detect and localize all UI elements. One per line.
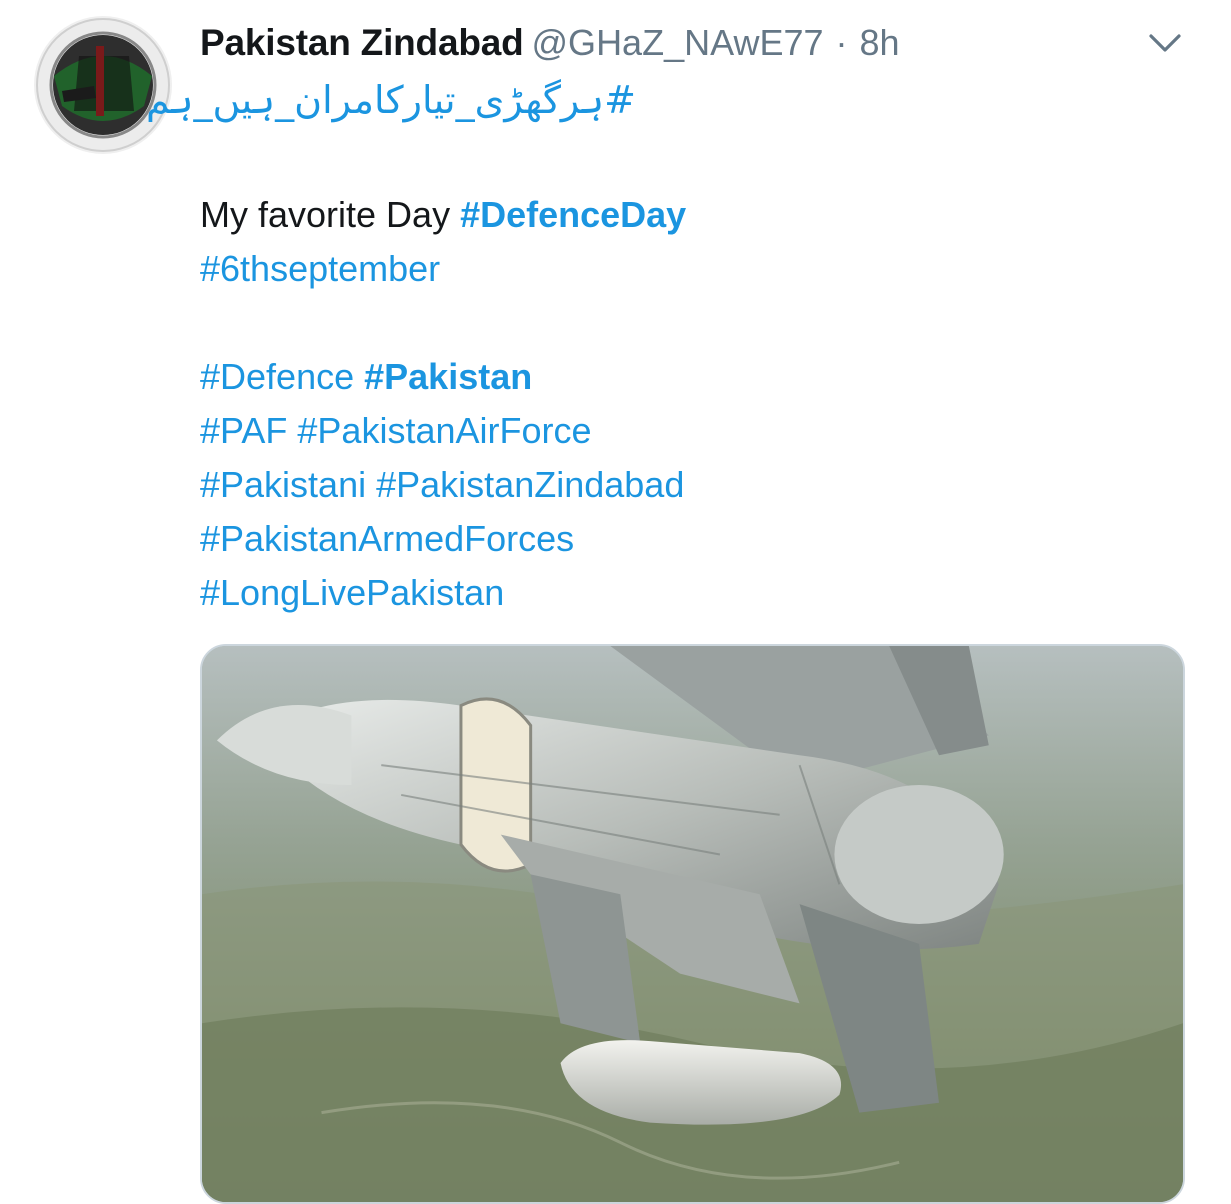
hashtag-pakistani[interactable]: #Pakistani <box>200 464 366 505</box>
text-line: #LongLivePakistan <box>200 566 1180 620</box>
text-line: #PakistanArmedForces <box>200 512 1180 566</box>
tweet-text: My favorite Day #DefenceDay #6thseptembe… <box>200 188 1180 620</box>
text-line: #PAF #PakistanAirForce <box>200 404 1180 458</box>
display-name[interactable]: Pakistan Zindabad <box>200 22 524 64</box>
hashtag-pakistanairforce[interactable]: #PakistanAirForce <box>297 410 591 451</box>
text-line: My favorite Day #DefenceDay <box>200 188 1180 242</box>
hashtag-longlivepakistan[interactable]: #LongLivePakistan <box>200 572 504 613</box>
fighter-jet-photo-icon <box>202 646 1183 1202</box>
text-line: #Defence #Pakistan <box>200 350 1180 404</box>
separator-dot: · <box>835 22 848 63</box>
body-text: My favorite Day <box>200 194 461 235</box>
hashtag-defence[interactable]: #Defence <box>200 356 354 397</box>
tweet-photo[interactable] <box>200 644 1185 1204</box>
text-line: #Pakistani #PakistanZindabad <box>200 458 1180 512</box>
tweet-header: Pakistan Zindabad @GHaZ_NAwE77 · 8h <box>200 22 900 68</box>
hashtag-defenceday[interactable]: #DefenceDay <box>460 194 686 235</box>
hashtag-pakistanzindabad[interactable]: #PakistanZindabad <box>376 464 684 505</box>
text-line: #6thseptember <box>200 242 1180 296</box>
hashtag-6thseptember[interactable]: #6thseptember <box>200 248 440 289</box>
hashtag-pakistanarmedforces[interactable]: #PakistanArmedForces <box>200 518 574 559</box>
user-handle[interactable]: @GHaZ_NAwE77 <box>532 22 824 64</box>
tweet[interactable]: Pakistan Zindabad @GHaZ_NAwE77 · 8h #ہرگ… <box>0 0 1231 1204</box>
hashtag-pakistan[interactable]: #Pakistan <box>364 356 532 397</box>
chevron-down-icon[interactable] <box>1148 30 1182 56</box>
timestamp[interactable]: 8h <box>860 22 900 64</box>
hashtag-paf[interactable]: #PAF <box>200 410 287 451</box>
urdu-hashtag[interactable]: #ہرگھڑی_تیارکامران_ہیں_ہم <box>146 78 636 122</box>
